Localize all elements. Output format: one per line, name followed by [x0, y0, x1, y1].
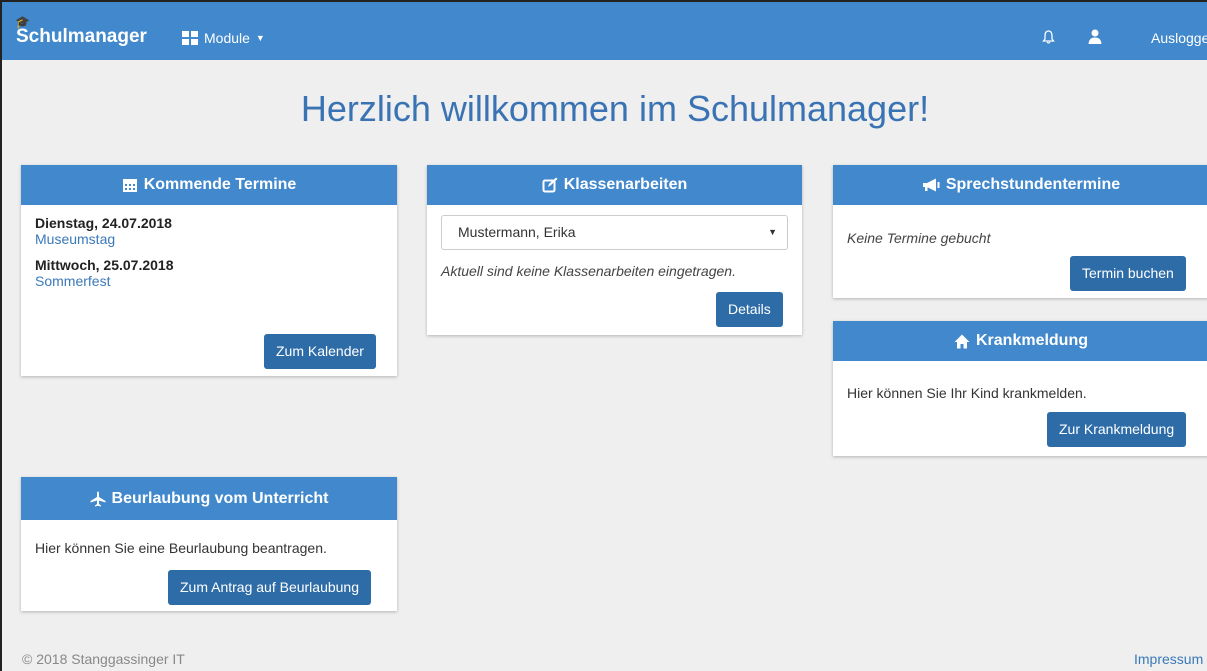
impressum-link[interactable]: Impressum	[1134, 651, 1203, 667]
klassenarbeiten-panel-header: Klassenarbeiten	[427, 165, 802, 205]
klassenarbeiten-panel: Klassenarbeiten Mustermann, Erika ▼ Aktu…	[427, 165, 802, 335]
brand-name: Schulmanager	[16, 26, 147, 47]
termine-panel-header: Kommende Termine	[21, 165, 397, 205]
beurlaubung-panel-title: Beurlaubung vom Unterricht	[111, 489, 329, 507]
chevron-down-icon: ▼	[768, 227, 777, 237]
krankmeldung-panel-title: Krankmeldung	[975, 332, 1088, 349]
termine-panel-title: Kommende Termine	[143, 176, 297, 193]
home-icon	[954, 334, 970, 348]
event-link[interactable]: Museumstag	[35, 231, 383, 247]
krankmeldung-message: Hier können Sie Ihr Kind krankmelden.	[847, 385, 1087, 401]
event-link[interactable]: Sommerfest	[35, 273, 383, 289]
top-navbar: 🎓 Schulmanager Module ▼ Ausloggen	[0, 0, 1207, 60]
brand-logo[interactable]: 🎓 Schulmanager	[15, 15, 147, 48]
footer-copyright: © 2018 Stanggassinger IT	[22, 651, 185, 667]
termine-panel: Kommende Termine Dienstag, 24.07.2018 Mu…	[21, 165, 397, 376]
sprechstunden-message: Keine Termine gebucht	[847, 230, 991, 246]
grid-icon	[182, 31, 198, 45]
calendar-button[interactable]: Zum Kalender	[264, 334, 376, 369]
module-menu-button[interactable]: Module ▼	[182, 30, 265, 46]
sprechstunden-panel-header: Sprechstundentermine	[833, 165, 1207, 205]
caret-down-icon: ▼	[255, 33, 265, 43]
graduation-cap-icon: 🎓	[15, 15, 30, 29]
plane-icon	[90, 491, 106, 506]
beurlaubung-panel-header: Beurlaubung vom Unterricht	[21, 477, 397, 520]
sprechstunden-panel-title: Sprechstundentermine	[945, 176, 1121, 193]
beurlaubung-button[interactable]: Zum Antrag auf Beurlaubung	[168, 570, 372, 605]
termin-buchen-button[interactable]: Termin buchen	[1070, 256, 1186, 291]
calendar-icon	[122, 179, 137, 192]
module-label: Module	[204, 30, 250, 46]
krankmeldung-panel: Krankmeldung Hier können Sie Ihr Kind kr…	[833, 321, 1207, 456]
user-icon[interactable]	[1088, 29, 1102, 47]
bell-icon[interactable]	[1042, 30, 1055, 47]
page-title: Herzlich willkommen im Schulmanager!	[300, 88, 930, 129]
student-select-value: Mustermann, Erika	[458, 224, 576, 240]
krankmeldung-button[interactable]: Zur Krankmeldung	[1047, 412, 1187, 447]
event-date: Dienstag, 24.07.2018	[35, 215, 172, 231]
student-select[interactable]: Mustermann, Erika ▼	[441, 215, 788, 250]
event-date: Mittwoch, 25.07.2018	[35, 257, 174, 273]
beurlaubung-message: Hier können Sie eine Beurlaubung beantra…	[35, 540, 327, 556]
sprechstunden-panel: Sprechstundentermine Keine Termine gebuc…	[833, 165, 1207, 298]
megaphone-icon	[922, 178, 940, 192]
klassenarbeiten-panel-title: Klassenarbeiten	[563, 176, 688, 193]
klassenarbeiten-message: Aktuell sind keine Klassenarbeiten einge…	[441, 263, 736, 279]
details-button[interactable]: Details	[716, 292, 783, 327]
edit-icon	[542, 177, 558, 193]
logout-link[interactable]: Ausloggen	[1151, 30, 1207, 46]
krankmeldung-panel-header: Krankmeldung	[833, 321, 1207, 361]
beurlaubung-panel: Beurlaubung vom Unterricht Hier können S…	[21, 477, 397, 611]
